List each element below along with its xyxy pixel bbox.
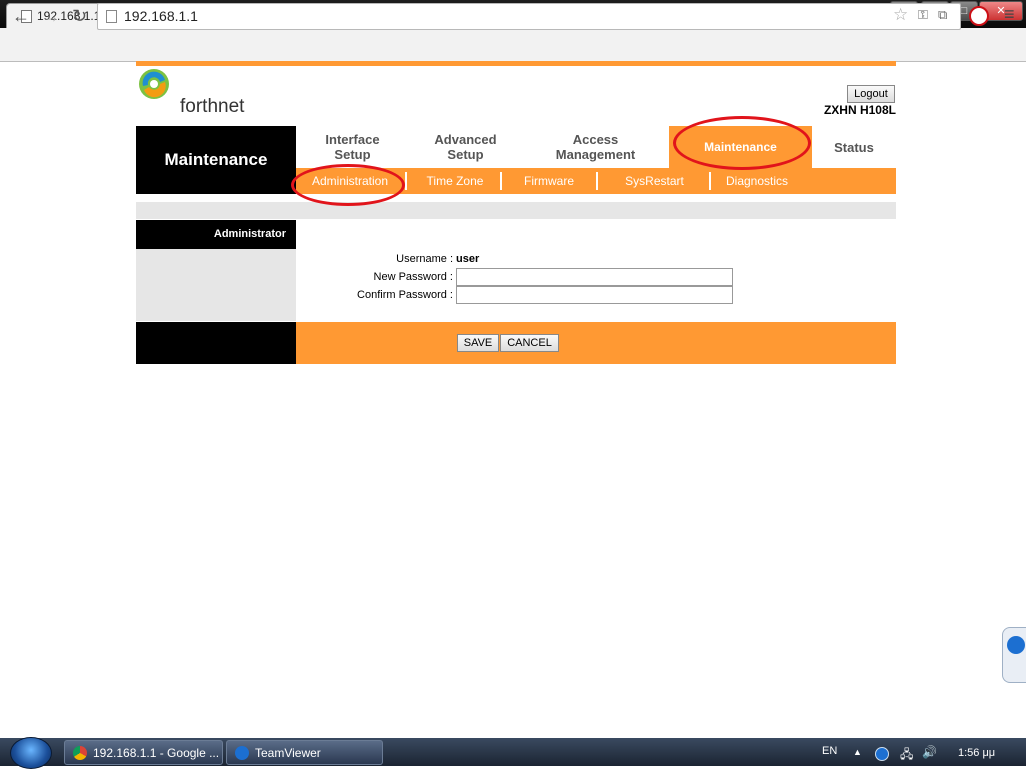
tab-interface-setup[interactable]: Interface Setup	[296, 126, 409, 168]
show-hidden-icons-icon[interactable]: ▲	[853, 747, 862, 757]
back-arrow-icon[interactable]: ←	[12, 6, 30, 27]
browser-toolbar	[0, 28, 1026, 62]
tab-label: Setup	[334, 147, 371, 162]
tab-access-management[interactable]: Access Management	[522, 126, 669, 168]
star-icon[interactable]: ☆	[893, 5, 908, 25]
key-icon[interactable]: ⚿	[918, 7, 928, 23]
highlight-ellipse-maintenance	[673, 116, 811, 170]
extension-icon[interactable]: ⧉	[938, 7, 947, 23]
device-model: ZXHN H108L	[823, 103, 896, 117]
content-divider-strip	[136, 202, 896, 219]
subtab-sysrestart[interactable]: SysRestart	[602, 168, 707, 194]
opera-icon[interactable]	[969, 6, 989, 26]
taskbar-item-teamviewer[interactable]: TeamViewer	[226, 740, 383, 765]
highlight-ellipse-administration	[291, 164, 405, 206]
network-icon[interactable]: 🖧	[900, 745, 913, 766]
tab-label: Status	[834, 139, 874, 155]
taskbar-item-chrome[interactable]: 192.168.1.1 - Google ...	[64, 740, 223, 765]
save-button[interactable]: SAVE	[457, 334, 499, 352]
tray-app-icon[interactable]	[875, 747, 889, 761]
action-bar	[296, 322, 896, 364]
chrome-menu-icon[interactable]: ≡	[1004, 4, 1015, 25]
tab-label: Setup	[447, 147, 484, 162]
windows-start-icon[interactable]	[10, 737, 52, 769]
subtab-divider	[596, 172, 598, 190]
chrome-icon	[73, 746, 87, 760]
footer-left-block	[136, 322, 296, 364]
subtab-firmware[interactable]: Firmware	[505, 168, 593, 194]
system-clock[interactable]: 1:56 μμ	[958, 747, 995, 759]
top-accent-bar	[136, 61, 896, 66]
teamviewer-side-panel[interactable]	[1002, 627, 1026, 683]
subtab-divider	[500, 172, 502, 190]
taskbar-item-label: TeamViewer	[255, 746, 321, 760]
subtab-time-zone[interactable]: Time Zone	[410, 168, 500, 194]
teamviewer-icon	[1007, 636, 1025, 654]
tab-advanced-setup[interactable]: Advanced Setup	[409, 126, 522, 168]
tab-label: Access	[572, 132, 619, 147]
subtab-divider	[405, 172, 407, 190]
tab-label: Management	[555, 147, 636, 162]
tab-status[interactable]: Status	[812, 126, 896, 168]
confirm-password-label: Confirm Password :	[357, 289, 453, 301]
username-label: Username :	[396, 253, 453, 265]
left-panel	[136, 249, 296, 321]
teamviewer-icon	[235, 746, 249, 760]
username-value: user	[456, 253, 480, 265]
forthnet-logo-icon	[139, 69, 169, 99]
language-indicator[interactable]: EN	[822, 745, 837, 757]
forward-arrow-icon[interactable]: →	[42, 6, 60, 27]
tab-label: Advanced	[434, 132, 497, 147]
taskbar-item-label: 192.168.1.1 - Google ...	[93, 746, 220, 760]
cancel-button[interactable]: CANCEL	[500, 334, 559, 352]
page-icon	[106, 10, 117, 23]
url-text[interactable]: 192.168.1.1	[124, 8, 198, 24]
subtab-diagnostics[interactable]: Diagnostics	[713, 168, 801, 194]
address-bar[interactable]: 192.168.1.1	[97, 3, 961, 30]
subtab-divider	[709, 172, 711, 190]
section-title: Maintenance	[136, 126, 296, 194]
confirm-password-input[interactable]	[456, 286, 733, 304]
brand-name: forthnet	[180, 96, 245, 117]
tab-label: Interface	[325, 132, 380, 147]
logout-button[interactable]: Logout	[847, 85, 895, 103]
panel-label: Administrator	[136, 220, 296, 249]
volume-icon[interactable]: 🔊	[922, 745, 937, 759]
new-password-input[interactable]	[456, 268, 733, 286]
reload-icon[interactable]: ↻	[72, 6, 87, 27]
new-password-label: New Password :	[373, 271, 453, 283]
